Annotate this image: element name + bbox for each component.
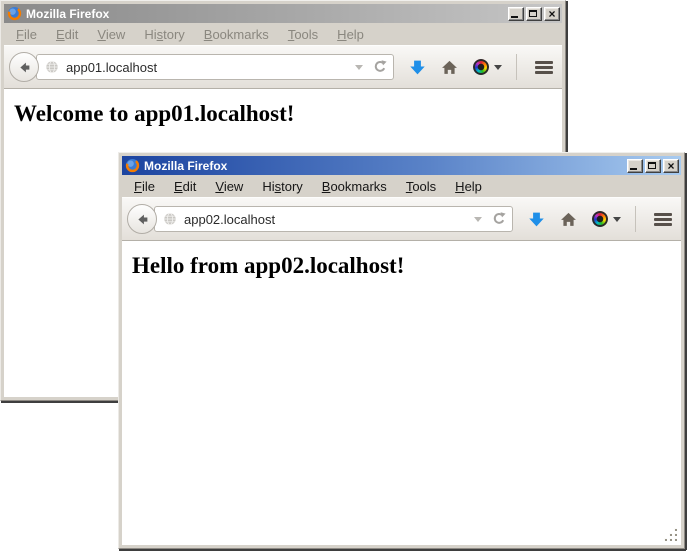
globe-icon: [45, 60, 59, 74]
menu-help[interactable]: Help: [330, 25, 371, 44]
titlebar[interactable]: Mozilla Firefox ×: [122, 156, 681, 175]
minimize-button[interactable]: [627, 159, 643, 173]
menu-file[interactable]: File: [127, 177, 162, 196]
back-button[interactable]: [9, 52, 39, 82]
minimize-icon: [630, 168, 637, 170]
url-bar[interactable]: app02.localhost: [154, 206, 513, 232]
maximize-icon: [529, 10, 537, 17]
url-bar[interactable]: app01.localhost: [36, 54, 394, 80]
navigation-toolbar: app02.localhost: [122, 197, 681, 241]
titlebar[interactable]: Mozilla Firefox ×: [4, 4, 562, 23]
resize-grip[interactable]: [664, 528, 677, 541]
minimize-button[interactable]: [508, 7, 524, 21]
menu-bookmarks[interactable]: Bookmarks: [197, 25, 276, 44]
url-input[interactable]: app02.localhost: [184, 212, 474, 227]
menu-file[interactable]: File: [9, 25, 44, 44]
toolbar-separator: [635, 206, 636, 232]
app-menu-button[interactable]: [654, 213, 672, 226]
url-dropdown-icon[interactable]: [474, 217, 482, 222]
close-icon: ×: [664, 159, 678, 173]
globe-icon: [163, 212, 177, 226]
menu-tools[interactable]: Tools: [399, 177, 443, 196]
menu-tools[interactable]: Tools: [281, 25, 325, 44]
search-engine-icon: [592, 211, 608, 227]
search-dropdown-icon: [613, 217, 621, 222]
firefox-icon: [125, 158, 140, 173]
menu-view[interactable]: View: [90, 25, 132, 44]
url-input[interactable]: app01.localhost: [66, 60, 355, 75]
reload-icon[interactable]: [372, 59, 388, 75]
page-heading: Hello from app02.localhost!: [132, 253, 671, 279]
menu-history[interactable]: History: [255, 177, 309, 196]
left-arrow-icon: [135, 212, 150, 227]
close-icon: ×: [545, 7, 559, 21]
menu-bar: File Edit View History Bookmarks Tools H…: [4, 23, 562, 45]
firefox-icon: [7, 6, 22, 21]
window-title: Mozilla Firefox: [26, 7, 508, 21]
download-button[interactable]: [409, 59, 426, 76]
page-heading: Welcome to app01.localhost!: [14, 101, 552, 127]
navigation-toolbar: app01.localhost: [4, 45, 562, 89]
download-button[interactable]: [528, 211, 545, 228]
hamburger-icon: [535, 61, 553, 74]
app-menu-button[interactable]: [535, 61, 553, 74]
home-button[interactable]: [441, 59, 458, 76]
search-engine-button[interactable]: [473, 59, 502, 75]
home-icon: [441, 59, 458, 76]
window-title: Mozilla Firefox: [144, 159, 627, 173]
menu-edit[interactable]: Edit: [167, 177, 203, 196]
menu-history[interactable]: History: [137, 25, 191, 44]
close-button[interactable]: ×: [663, 159, 679, 173]
download-arrow-icon: [528, 211, 545, 228]
url-dropdown-icon[interactable]: [355, 65, 363, 70]
menu-bar: File Edit View History Bookmarks Tools H…: [122, 175, 681, 197]
browser-window-app02[interactable]: Mozilla Firefox × File Edit View History…: [118, 152, 685, 549]
search-engine-button[interactable]: [592, 211, 621, 227]
maximize-button[interactable]: [645, 159, 661, 173]
home-button[interactable]: [560, 211, 577, 228]
reload-icon[interactable]: [491, 211, 507, 227]
search-engine-icon: [473, 59, 489, 75]
toolbar-separator: [516, 54, 517, 80]
home-icon: [560, 211, 577, 228]
search-dropdown-icon: [494, 65, 502, 70]
close-button[interactable]: ×: [544, 7, 560, 21]
menu-view[interactable]: View: [208, 177, 250, 196]
maximize-button[interactable]: [526, 7, 542, 21]
maximize-icon: [648, 162, 656, 169]
left-arrow-icon: [17, 60, 32, 75]
minimize-icon: [511, 16, 518, 18]
page-content: Hello from app02.localhost!: [122, 241, 681, 545]
menu-help[interactable]: Help: [448, 177, 489, 196]
back-button[interactable]: [127, 204, 157, 234]
download-arrow-icon: [409, 59, 426, 76]
menu-edit[interactable]: Edit: [49, 25, 85, 44]
menu-bookmarks[interactable]: Bookmarks: [315, 177, 394, 196]
hamburger-icon: [654, 213, 672, 226]
